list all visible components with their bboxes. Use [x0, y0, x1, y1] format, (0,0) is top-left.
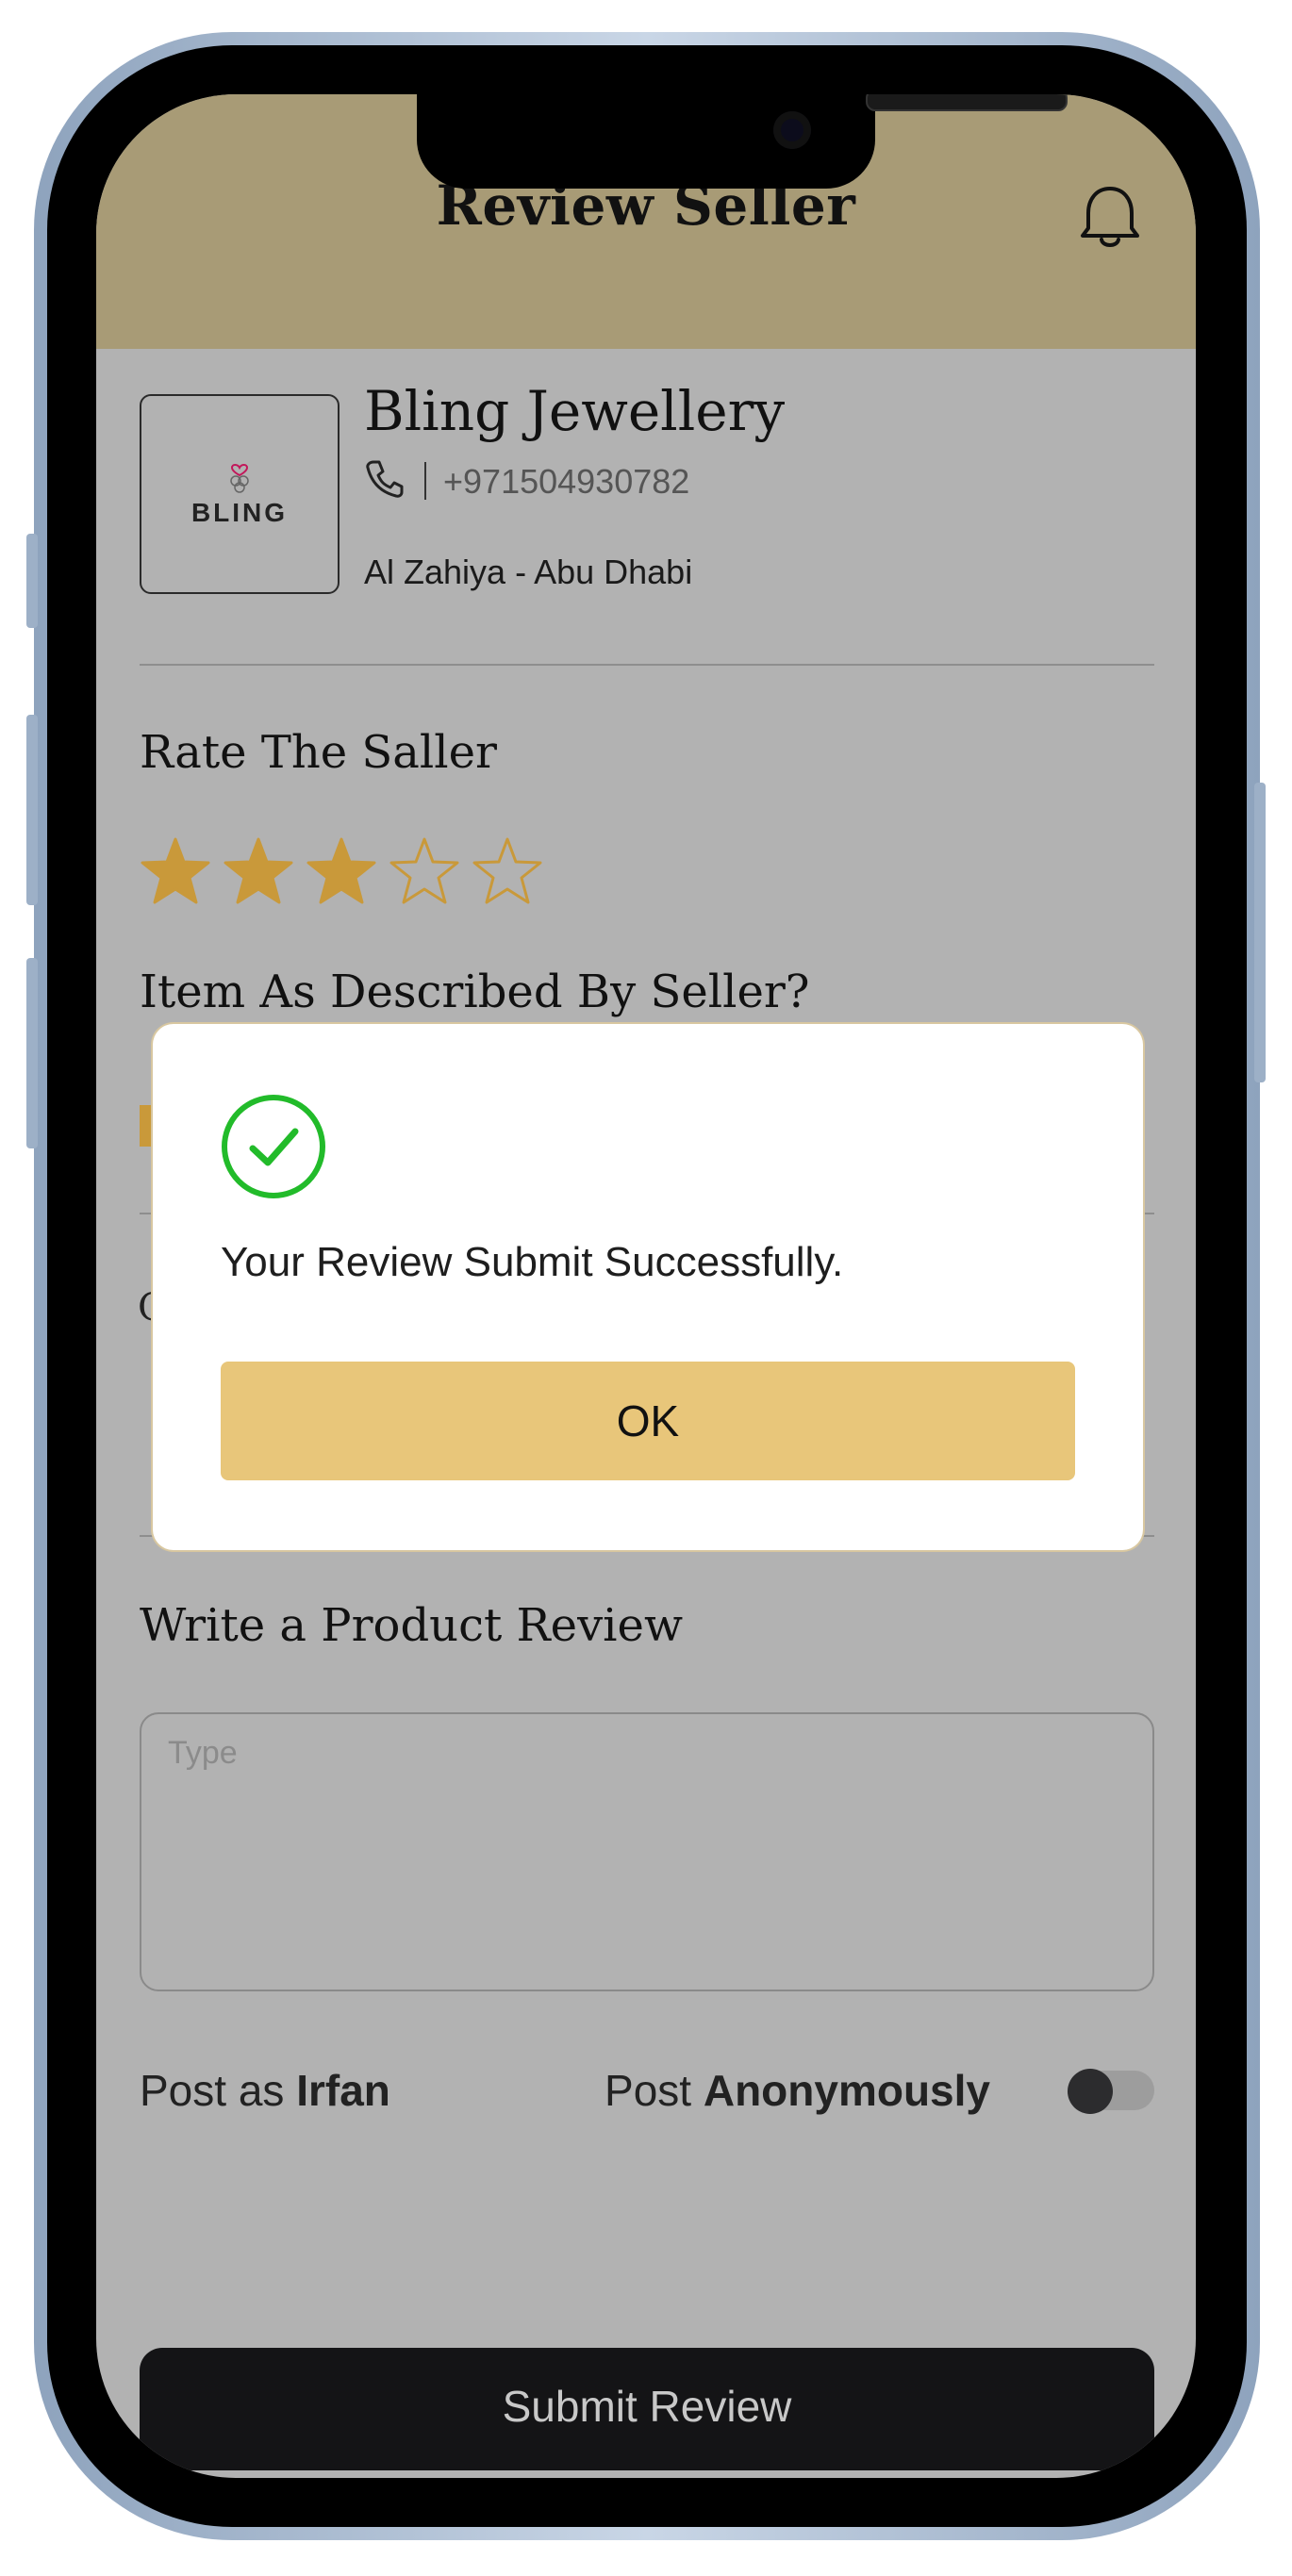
volume-down-button	[26, 958, 38, 1148]
post-anon-label: Anonymously	[703, 2066, 990, 2115]
review-placeholder: Type	[168, 1735, 238, 1771]
speaker-grille	[866, 94, 1068, 111]
post-as-prefix: Post as	[140, 2066, 285, 2115]
star-filled-icon[interactable]	[306, 835, 377, 907]
phone-icon[interactable]	[364, 458, 406, 500]
star-empty-icon[interactable]	[389, 835, 460, 907]
post-anon-prefix: Post	[605, 2066, 692, 2115]
item-described-heading: Item As Described By Seller?	[140, 966, 810, 1018]
seller-address: Al Zahiya - Abu Dhabi	[364, 553, 693, 591]
star-filled-icon[interactable]	[140, 835, 211, 907]
check-circle-icon	[222, 1095, 325, 1198]
front-camera	[773, 111, 811, 149]
anonymous-toggle[interactable]	[1068, 2069, 1154, 2114]
review-textarea[interactable]: Type	[140, 1712, 1154, 1991]
ok-button[interactable]: OK	[221, 1362, 1075, 1480]
post-as-user: Irfan	[296, 2066, 390, 2115]
post-anonymously-label: Post Anonymously	[605, 2065, 990, 2116]
bell-icon[interactable]	[1077, 181, 1143, 256]
screen: Review Seller BLING Bling Jewellery +971…	[96, 94, 1196, 2478]
bling-logo-mark	[230, 464, 249, 493]
seller-name: Bling Jewellery	[364, 379, 786, 443]
toggle-knob	[1068, 2069, 1113, 2114]
seller-logo: BLING	[140, 394, 340, 594]
star-empty-icon[interactable]	[472, 835, 543, 907]
power-button	[1254, 783, 1266, 1082]
success-dialog: Your Review Submit Successfully. OK	[153, 1024, 1143, 1550]
post-as-label: Post as Irfan	[140, 2065, 390, 2116]
success-message: Your Review Submit Successfully.	[221, 1239, 844, 1285]
write-review-heading: Write a Product Review	[140, 1599, 684, 1652]
mute-switch	[26, 534, 38, 628]
notch	[417, 94, 1068, 189]
logo-text: BLING	[190, 498, 289, 527]
seller-phone[interactable]: +971504930782	[443, 462, 689, 502]
divider	[140, 664, 1154, 666]
rate-seller-heading: Rate The Saller	[140, 726, 497, 779]
star-filled-icon[interactable]	[223, 835, 294, 907]
volume-up-button	[26, 715, 38, 905]
star-rating[interactable]	[140, 835, 573, 911]
phone-separator	[424, 462, 426, 500]
submit-review-button[interactable]: Submit Review	[140, 2348, 1154, 2470]
